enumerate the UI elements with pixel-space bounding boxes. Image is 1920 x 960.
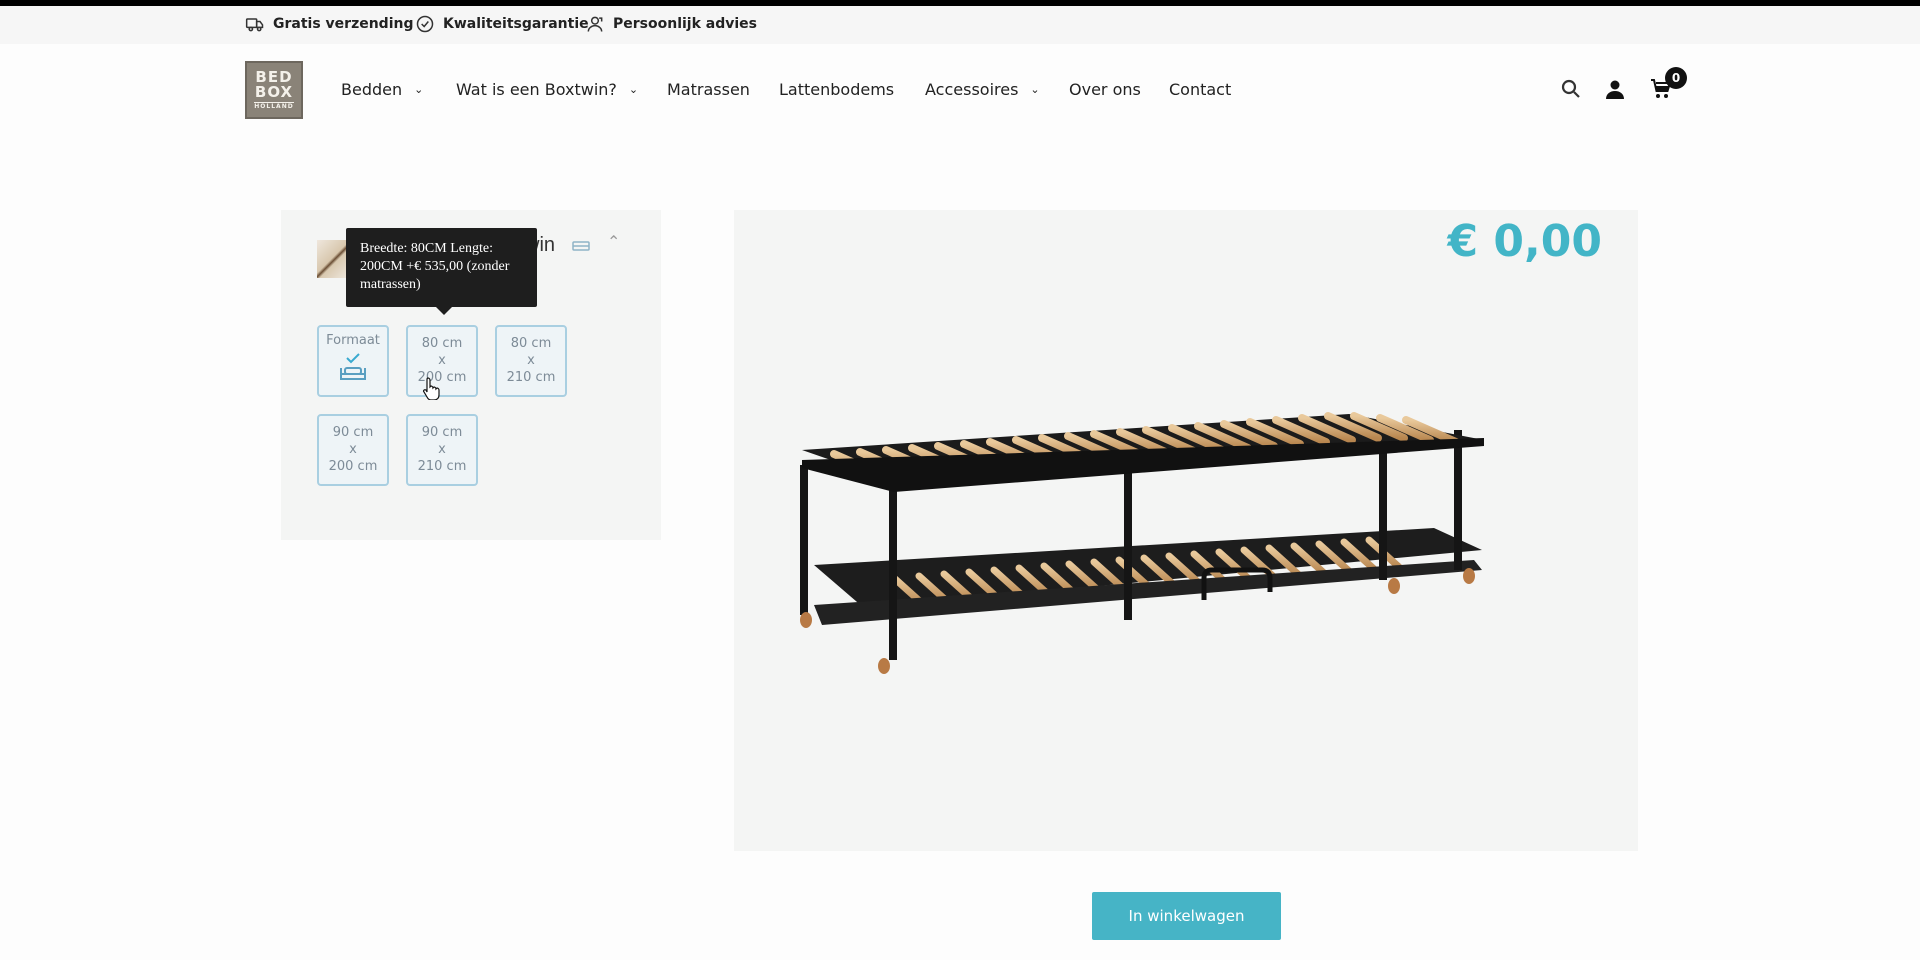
option-size-80x200[interactable]: 80 cm x 200 cm [406, 325, 478, 397]
site-logo[interactable]: BED BOX HOLLAND [245, 61, 303, 119]
option-x: x [438, 353, 446, 368]
search-icon[interactable] [1559, 77, 1583, 101]
option-width: 90 cm [332, 425, 374, 440]
option-length: 200 cm [417, 370, 467, 385]
tooltip-arrow [436, 307, 452, 315]
nav-label: Lattenbodems [779, 80, 895, 99]
hand-pointer-icon [423, 377, 440, 400]
add-to-cart-button[interactable]: In winkelwagen [1092, 892, 1281, 940]
option-size-90x210[interactable]: 90 cm x 210 cm [406, 414, 478, 486]
usp-label: Gratis verzending [273, 16, 414, 32]
nav-item-over-ons[interactable]: Over ons [1069, 80, 1141, 99]
logo-text: BOX [254, 83, 294, 101]
nav-item-contact[interactable]: Contact [1169, 80, 1231, 99]
nav-label: Bedden [341, 80, 403, 99]
option-tooltip: Breedte: 80CM Lengte: 200CM +€ 535,00 (z… [346, 228, 537, 307]
nav-item-boxtwin[interactable]: Wat is een Boxtwin? ⌄ [456, 80, 638, 99]
option-length: 210 cm [417, 459, 467, 474]
chevron-down-icon: ⌄ [1030, 83, 1040, 96]
product-image-panel: € 0,00 [734, 210, 1638, 851]
usp-bar: Gratis verzending Kwaliteitsgarantie Per… [0, 6, 1920, 44]
nav-label: Accessoires [925, 80, 1019, 99]
option-width: 90 cm [421, 425, 463, 440]
product-price: € 0,00 [1447, 216, 1603, 267]
option-x: x [349, 442, 357, 457]
user-icon[interactable] [1603, 77, 1627, 101]
option-format-label[interactable]: Formaat [317, 325, 389, 397]
badge-check-icon [416, 15, 434, 33]
option-width: 80 cm [510, 336, 552, 351]
nav-label: Over ons [1069, 80, 1141, 99]
truck-icon [245, 18, 264, 32]
option-x: x [527, 353, 535, 368]
nav-label: Contact [1169, 80, 1232, 99]
usp-advice: Persoonlijk advies [585, 14, 757, 34]
chevron-up-icon[interactable]: ⌃ [607, 232, 620, 252]
bed-frame-image [800, 412, 1484, 674]
chevron-down-icon: ⌄ [628, 83, 639, 96]
bed-size-icon [572, 241, 590, 251]
option-size-90x200[interactable]: 90 cm x 200 cm [317, 414, 389, 486]
option-size-80x210[interactable]: 80 cm x 210 cm [495, 325, 567, 397]
nav-item-lattenbodems[interactable]: Lattenbodems [779, 80, 894, 99]
format-label: Formaat [326, 333, 380, 348]
chevron-down-icon: ⌄ [414, 83, 424, 96]
person-support-icon [587, 16, 603, 32]
option-length: 200 cm [328, 459, 378, 474]
logo-subtext: HOLLAND [254, 102, 294, 110]
option-x: x [438, 442, 446, 457]
bed-check-icon [340, 353, 366, 380]
nav-label: Matrassen [667, 80, 750, 99]
nav-item-bedden[interactable]: Bedden ⌄ [341, 80, 423, 99]
usp-quality: Kwaliteitsgarantie [415, 14, 589, 34]
option-length: 210 cm [506, 370, 556, 385]
usp-shipping: Gratis verzending [245, 14, 414, 34]
usp-label: Persoonlijk advies [613, 16, 757, 32]
usp-label: Kwaliteitsgarantie [443, 16, 589, 32]
option-width: 80 cm [421, 336, 463, 351]
cart-count-badge: 0 [1665, 67, 1687, 89]
nav-item-matrassen[interactable]: Matrassen [667, 80, 750, 99]
nav-item-accessoires[interactable]: Accessoires ⌄ [925, 80, 1040, 99]
nav-label: Wat is een Boxtwin? [456, 80, 617, 99]
site-header: BED BOX HOLLAND Bedden ⌄ Wat is een Boxtw… [0, 44, 1920, 134]
